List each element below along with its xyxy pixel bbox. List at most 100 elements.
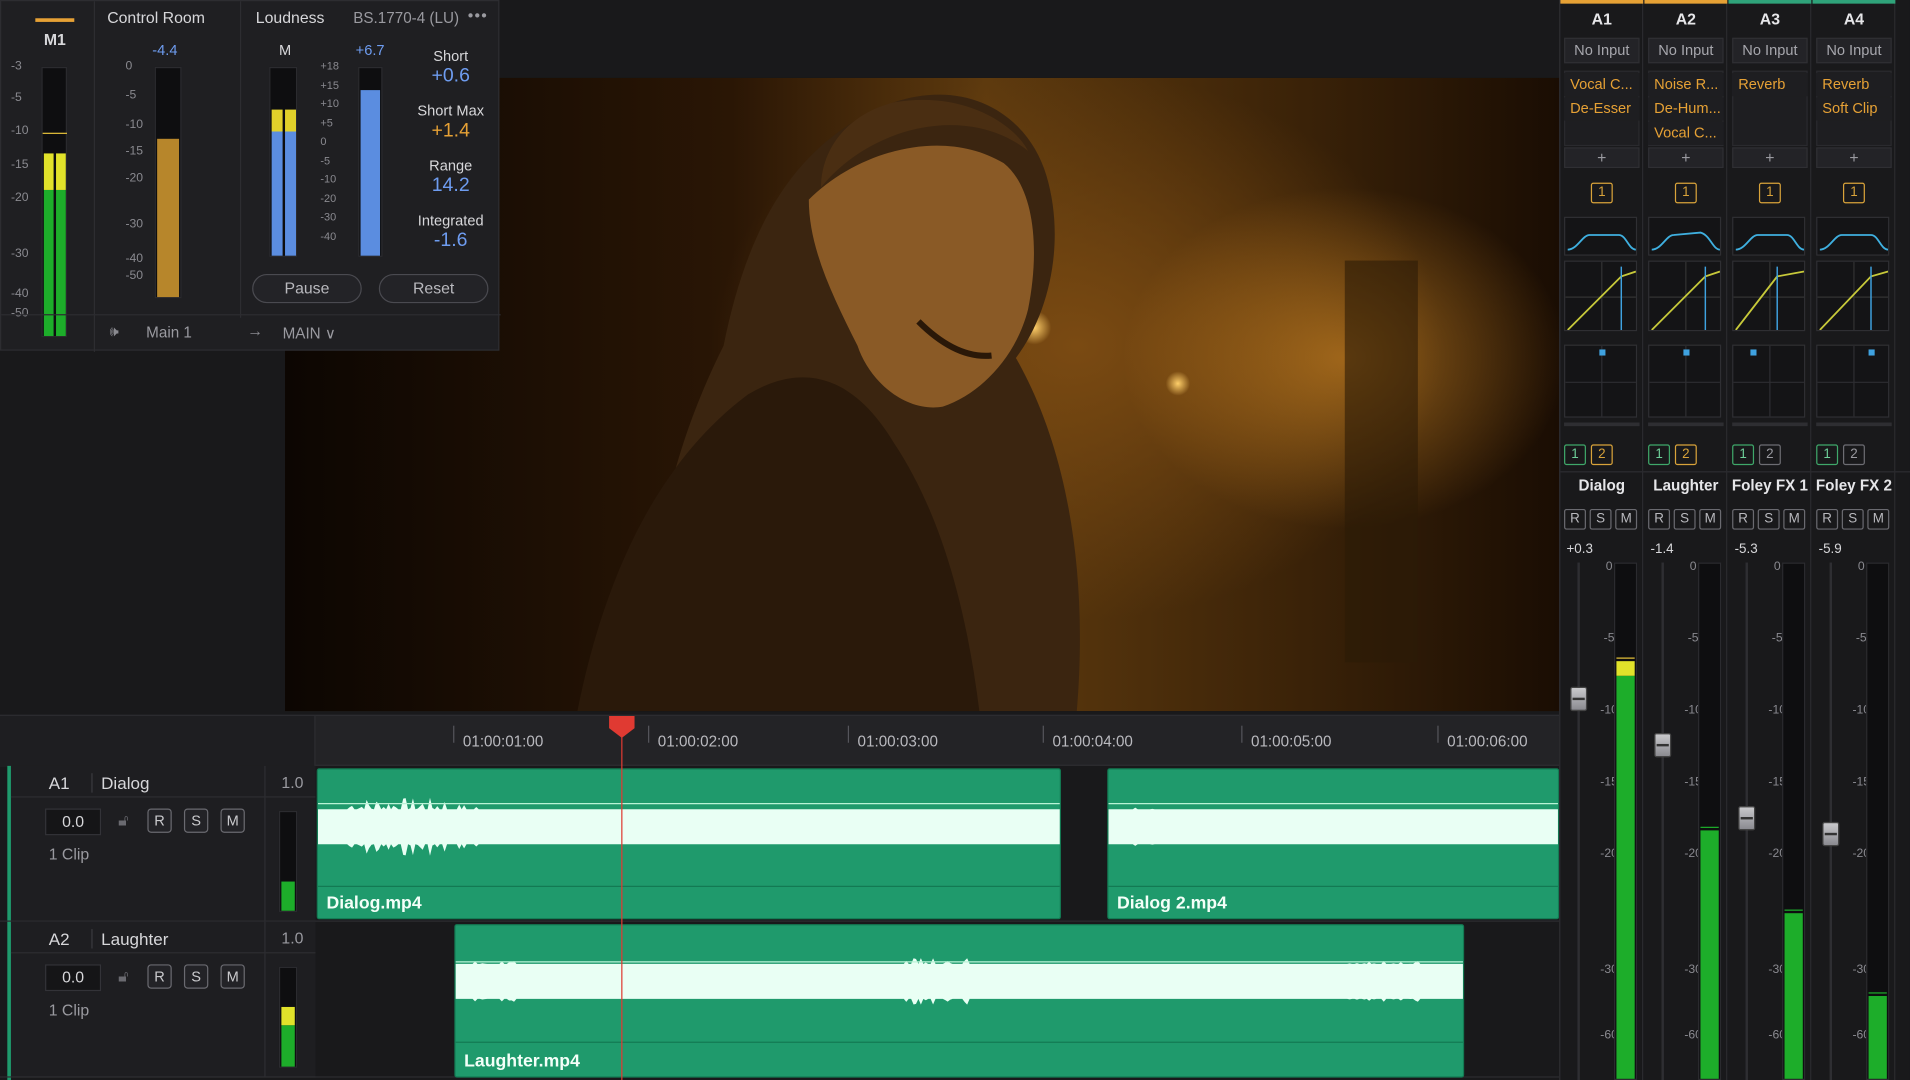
channel-record-button[interactable]: R [1816,508,1839,530]
speaker-icon[interactable]: 🕪 [110,323,129,340]
output-1-button[interactable]: 1 [1732,444,1755,466]
input-select[interactable]: No Input [1816,37,1892,64]
channel-color-bar [1812,0,1896,4]
channel-fader[interactable] [1822,821,1840,846]
input-select[interactable]: No Input [1648,37,1724,64]
track-name[interactable]: Dialog [101,773,149,792]
eq-graph[interactable] [1564,216,1638,256]
peak-meter [154,66,182,299]
bus-output-button[interactable]: 1 [1758,182,1781,204]
clip-dialog-2[interactable]: Dialog 2.mp4 [1107,768,1560,920]
output-1-button[interactable]: 1 [1816,444,1839,466]
bus-output-button[interactable]: 1 [1674,182,1697,204]
channel-record-button[interactable]: R [1648,508,1671,530]
bus-select[interactable]: MAIN ∨ [283,324,336,342]
track-name[interactable]: Laughter [101,929,168,948]
channel-solo-button[interactable]: S [1589,508,1612,530]
fader-track[interactable] [1661,562,1664,1080]
channel-name[interactable]: Laughter [1644,477,1727,494]
channel-mute-button[interactable]: M [1615,508,1638,530]
track-gain: 1.0 [281,929,304,948]
eq-graph[interactable] [1816,216,1890,256]
input-select[interactable]: No Input [1564,37,1640,64]
pan-graph[interactable] [1648,344,1722,418]
channel-fader[interactable] [1738,805,1756,831]
channel-name[interactable]: Foley FX 1 [1728,477,1811,494]
channel-solo-button[interactable]: S [1673,508,1696,530]
effect-slot[interactable]: Vocal C... [1648,121,1724,145]
output-2-button[interactable]: 2 [1842,444,1865,466]
effect-slot[interactable]: Reverb [1732,73,1808,97]
scale-tick: -5 [10,91,22,105]
effect-slot[interactable]: De-Esser [1564,97,1640,121]
clip-laughter[interactable]: Laughter.mp4 [454,924,1465,1078]
reset-button[interactable]: Reset [378,273,489,304]
channel-name[interactable]: Foley FX 2 [1813,477,1896,494]
effect-slot[interactable]: Soft Clip [1816,97,1892,121]
track-volume-field[interactable]: 0.0 [45,964,102,992]
lock-icon[interactable]: 🔓︎ [118,811,128,830]
track-record-button[interactable]: R [147,964,172,989]
fader-track[interactable] [1577,562,1580,1080]
channel-mute-button[interactable]: M [1783,508,1806,530]
channel-fader[interactable] [1654,733,1672,758]
track-volume-field[interactable]: 0.0 [45,808,102,836]
bus-output-button[interactable]: 1 [1842,182,1865,204]
pan-graph[interactable] [1816,344,1890,418]
speaker-label[interactable]: Main 1 [146,324,192,341]
readout-label: Range [429,157,473,175]
output-2-button[interactable]: 2 [1674,444,1697,466]
main1-meter [41,66,67,338]
output-1-button[interactable]: 1 [1648,444,1671,466]
bus-output-button[interactable]: 1 [1590,182,1613,204]
playhead-handle-icon[interactable] [609,715,635,738]
channel-record-button[interactable]: R [1732,508,1755,530]
scale-tick: -5 [320,154,331,167]
timeline-ruler[interactable]: 01:00:01:00 01:00:02:00 01:00:03:00 01:00:0… [0,714,1560,768]
track-record-button[interactable]: R [147,808,172,833]
lock-icon[interactable]: 🔓︎ [118,967,128,986]
add-effect-button[interactable]: + [1732,147,1808,169]
track-header-a1[interactable]: A1 Dialog 1.0 0.0 🔓︎ R S M 1 Clip [10,765,316,922]
clip-dialog[interactable]: Dialog.mp4 [316,768,1061,920]
track-mute-button[interactable]: M [220,808,245,833]
add-effect-button[interactable]: + [1564,147,1640,169]
output-1-button[interactable]: 1 [1564,444,1586,466]
scale-tick: -30 [320,210,337,223]
dynamics-graph[interactable] [1564,260,1638,332]
eq-graph[interactable] [1732,216,1806,256]
add-effect-button[interactable]: + [1648,147,1724,169]
clip-name: Dialog.mp4 [326,893,422,914]
track-solo-button[interactable]: S [183,808,209,833]
pan-graph[interactable] [1564,344,1638,418]
playhead-line[interactable] [621,725,623,1080]
scale-tick: +5 [320,116,333,129]
track-header-a2[interactable]: A2 Laughter 1.0 0.0 🔓︎ R S M 1 Clip [10,921,316,1078]
input-select[interactable]: No Input [1732,37,1808,64]
loudness-standard[interactable]: BS.1770-4 (LU) [353,10,459,27]
loudness-menu-button[interactable]: ••• [468,6,488,24]
channel-mute-button[interactable]: M [1867,508,1890,530]
track-mute-button[interactable]: M [220,964,245,989]
effect-slot[interactable]: Reverb [1816,73,1892,97]
dynamics-graph[interactable] [1816,260,1890,332]
channel-fader[interactable] [1570,686,1588,712]
dynamics-graph[interactable] [1732,260,1806,332]
track-solo-button[interactable]: S [183,964,209,989]
channel-solo-button[interactable]: S [1841,508,1864,530]
effect-slot[interactable]: Vocal C... [1564,73,1640,97]
track-id: A2 [48,929,70,949]
channel-record-button[interactable]: R [1564,508,1586,530]
channel-solo-button[interactable]: S [1757,508,1780,530]
output-2-button[interactable]: 2 [1758,444,1781,466]
channel-name[interactable]: Dialog [1560,477,1643,494]
channel-mute-button[interactable]: M [1699,508,1722,530]
dynamics-graph[interactable] [1648,260,1722,332]
pause-button[interactable]: Pause [252,273,362,304]
output-2-button[interactable]: 2 [1590,444,1613,466]
effect-slot[interactable]: De-Hum... [1648,97,1724,121]
add-effect-button[interactable]: + [1816,147,1892,169]
effect-slot[interactable]: Noise R... [1648,73,1724,97]
pan-graph[interactable] [1732,344,1806,418]
eq-graph[interactable] [1648,216,1722,256]
